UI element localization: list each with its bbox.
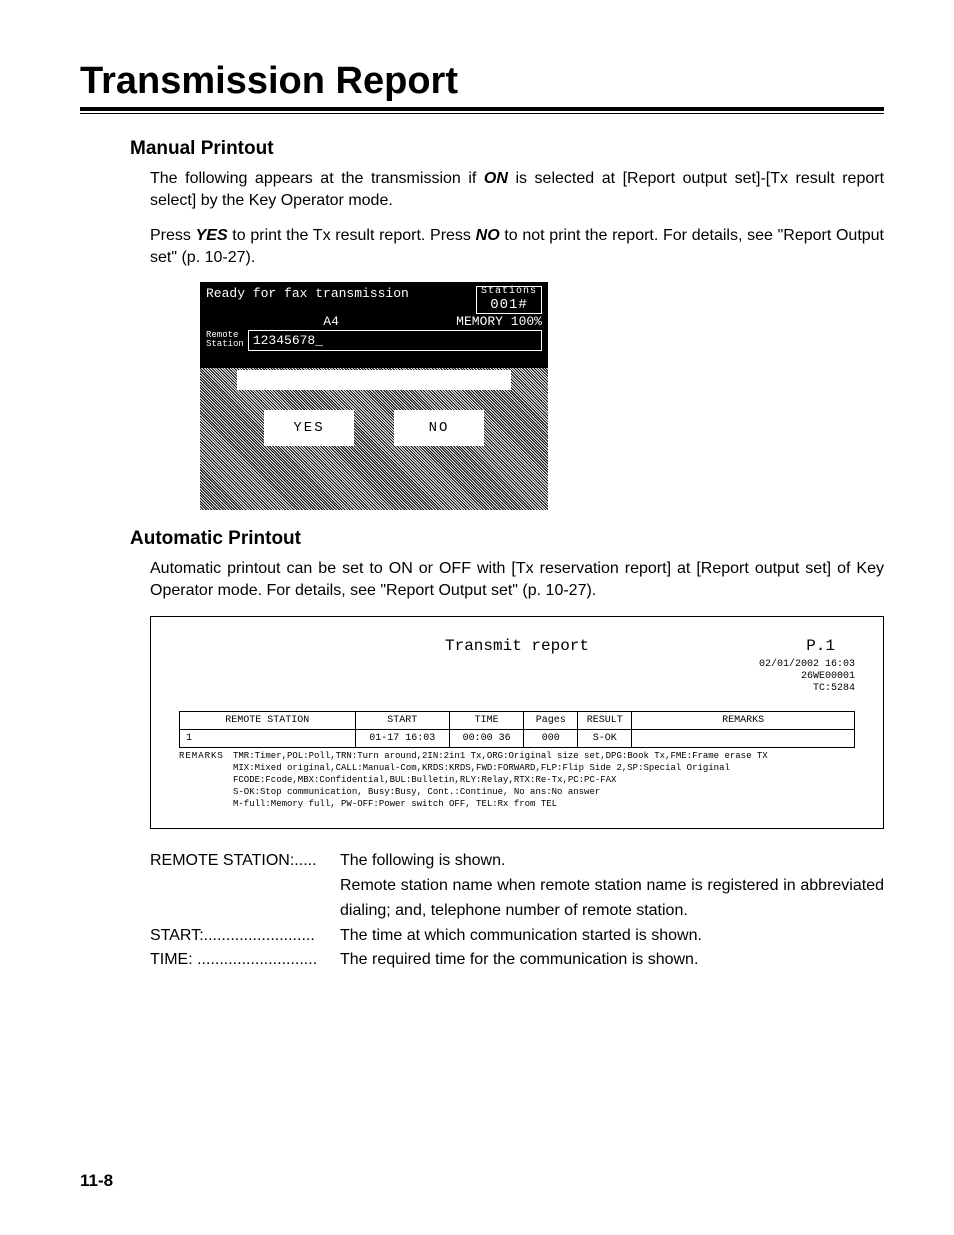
report-table: REMOTE STATION START TIME Pages RESULT R… [179, 711, 855, 748]
report-meta: 02/01/2002 16:03 26WE00001 TC:5284 [759, 659, 855, 695]
page-title: Transmission Report [80, 60, 884, 103]
lcd-stations-label: Stations [481, 286, 537, 297]
remarks-lines: TMR:Timer,POL:Poll,TRN:Turn around,2IN:2… [233, 750, 855, 811]
lcd-remote-label: RemoteStation [206, 331, 244, 349]
cell-remarks [632, 729, 855, 747]
lcd-question: Print Tx result report? [200, 368, 548, 392]
report-date: 02/01/2002 16:03 [759, 659, 855, 671]
def-term-start: START:......................... [150, 924, 340, 949]
text: to print the Tx result report. Press [228, 227, 476, 244]
para-manual-1: The following appears at the transmissio… [150, 168, 884, 211]
def-term-remote: REMOTE STATION:..... [150, 849, 340, 874]
cell-start: 01-17 16:03 [355, 729, 450, 747]
table-row: 1 01-17 16:03 00:00 36 000 S-OK [180, 729, 855, 747]
cell-time: 00:00 36 [450, 729, 524, 747]
heading-manual: Manual Printout [130, 138, 884, 160]
transmit-report-sample: Transmit report P.1 02/01/2002 16:03 26W… [150, 616, 884, 830]
no-button[interactable]: NO [394, 410, 484, 446]
para-manual-2: Press YES to print the Tx result report.… [150, 225, 884, 268]
rule-thin [80, 113, 884, 114]
heading-automatic: Automatic Printout [130, 528, 884, 550]
remarks-line: TMR:Timer,POL:Poll,TRN:Turn around,2IN:2… [233, 750, 855, 762]
lcd-stations-box: Stations 001# [476, 286, 542, 313]
lcd-ready-text: Ready for fax transmission [206, 286, 409, 313]
col-remarks: REMARKS [632, 711, 855, 729]
text: Press [150, 227, 196, 244]
def-sub-remote: Remote station name when remote station … [340, 874, 884, 924]
text: The following appears at the transmissio… [150, 170, 484, 187]
report-tc: TC:5284 [759, 683, 855, 695]
text-on: ON [484, 170, 508, 187]
remarks-line: FCODE:Fcode,MBX:Confidential,BUL:Bulleti… [233, 774, 855, 786]
yes-button[interactable]: YES [264, 410, 354, 446]
report-title: Transmit report [179, 637, 855, 655]
def-body-remote: The following is shown. [340, 849, 884, 874]
remarks-line: S-OK:Stop communication, Busy:Busy, Cont… [233, 786, 855, 798]
cell-idx: 1 [180, 729, 356, 747]
lcd-remote-input[interactable]: 12345678_ [248, 330, 542, 351]
text-no: NO [476, 227, 500, 244]
report-remarks-legend: REMARKS TMR:Timer,POL:Poll,TRN:Turn arou… [179, 750, 855, 811]
remarks-line: M-full:Memory full, PW-OFF:Power switch … [233, 798, 855, 810]
col-result: RESULT [578, 711, 632, 729]
col-time: TIME [450, 711, 524, 729]
def-term-time: TIME: ........................... [150, 948, 340, 973]
col-remote: REMOTE STATION [180, 711, 356, 729]
page-number: 11-8 [80, 1171, 113, 1191]
cell-pages: 000 [524, 729, 578, 747]
report-page: P.1 [806, 637, 835, 655]
col-pages: Pages [524, 711, 578, 729]
lcd-memory: MEMORY 100% [456, 314, 542, 329]
report-id: 26WE00001 [759, 671, 855, 683]
lcd-stations-value: 001# [490, 297, 528, 313]
para-automatic: Automatic printout can be set to ON or O… [150, 558, 884, 601]
field-definitions: REMOTE STATION:..... The following is sh… [150, 849, 884, 973]
lcd-hatched-area: Print Tx result report? YES NO [200, 368, 548, 510]
lcd-paper-size: A4 [206, 314, 456, 329]
fax-lcd-panel: Ready for fax transmission Stations 001#… [200, 282, 548, 510]
text-yes: YES [196, 227, 228, 244]
remarks-line: MIX:Mixed original,CALL:Manual-Com,KRDS:… [233, 762, 855, 774]
def-body-start: The time at which communication started … [340, 924, 884, 949]
cell-result: S-OK [578, 729, 632, 747]
col-start: START [355, 711, 450, 729]
def-body-time: The required time for the communication … [340, 948, 884, 973]
rule-thick [80, 107, 884, 111]
remarks-label: REMARKS [179, 750, 233, 811]
